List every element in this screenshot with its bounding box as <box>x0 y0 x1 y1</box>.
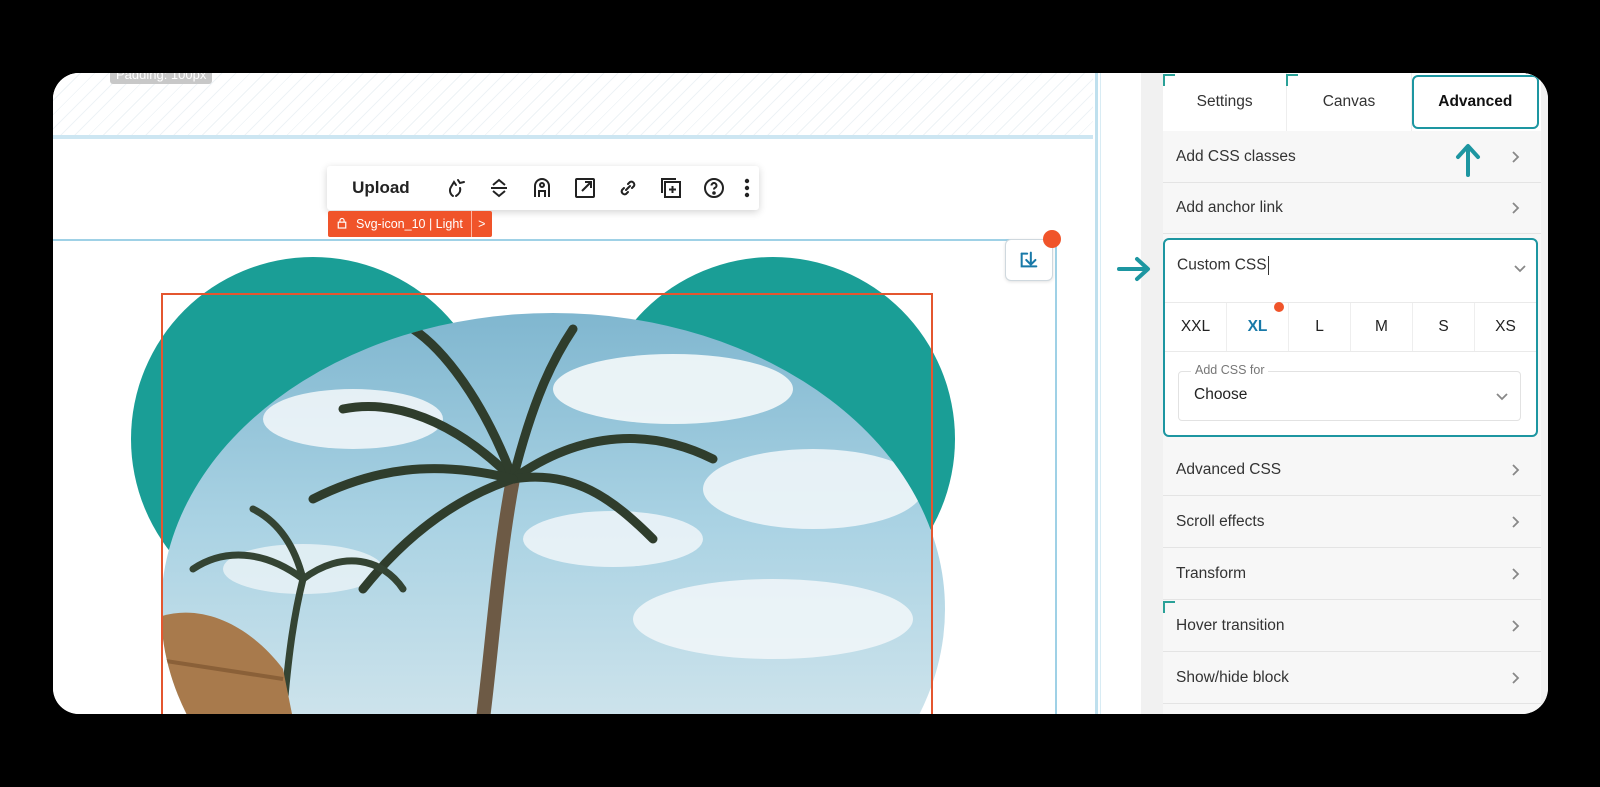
row-add-css-classes[interactable]: Add CSS classes <box>1163 132 1541 183</box>
duplicate-icon[interactable] <box>649 166 692 210</box>
notification-dot <box>1043 230 1061 248</box>
upload-button[interactable]: Upload <box>327 178 435 198</box>
row-transform[interactable]: Transform <box>1163 549 1541 600</box>
chevron-right-icon <box>1512 672 1520 684</box>
add-css-for-select[interactable]: Add CSS for Choose <box>1178 363 1521 421</box>
settings-panel: Settings Canvas Advanced Add CSS classes… <box>1141 73 1548 714</box>
breakpoint-m[interactable]: M <box>1351 303 1413 351</box>
chevron-right-icon <box>1512 151 1520 163</box>
row-label: Scroll effects <box>1176 513 1265 530</box>
chevron-right-icon <box>1512 464 1520 476</box>
row-show-hide-block[interactable]: Show/hide block <box>1163 653 1541 704</box>
row-label: Transform <box>1176 565 1247 582</box>
breakpoint-xs[interactable]: XS <box>1475 303 1536 351</box>
animation-icon[interactable] <box>435 166 478 210</box>
breakpoint-xxl[interactable]: XXL <box>1165 303 1227 351</box>
padding-label: Padding: 100px <box>110 73 213 84</box>
tab-advanced[interactable]: Advanced <box>1411 75 1539 129</box>
move-down-icon <box>1020 251 1038 268</box>
editor-canvas[interactable]: Padding: 100px Upload Svg-icon_10 | Ligh… <box>53 73 1097 714</box>
row-hover-transition[interactable]: Hover transition <box>1163 601 1541 652</box>
breakpoint-selector: XXL XL L M S XS <box>1165 302 1536 352</box>
arrow-up-icon <box>1456 144 1480 177</box>
link-icon[interactable] <box>606 166 649 210</box>
select-value: Choose <box>1194 386 1248 403</box>
tab-settings[interactable]: Settings <box>1163 73 1288 131</box>
block-toolbar: Upload <box>327 166 759 210</box>
row-label: Show/hide block <box>1176 669 1289 686</box>
layers-icon[interactable] <box>478 166 521 210</box>
section-outline <box>53 239 1057 714</box>
expand-icon[interactable] <box>563 166 606 210</box>
block-badge[interactable]: Svg-icon_10 | Light > <box>328 211 492 237</box>
row-label: Hover transition <box>1176 617 1285 634</box>
arrow-right-icon <box>1117 257 1150 281</box>
accessibility-icon[interactable] <box>521 166 564 210</box>
breakpoint-l[interactable]: L <box>1289 303 1351 351</box>
chevron-right-icon <box>1512 516 1520 528</box>
lock-icon <box>328 217 356 232</box>
block-name-label: Svg-icon_10 | Light <box>356 217 463 231</box>
badge-next-button[interactable]: > <box>472 217 492 231</box>
row-scroll-effects[interactable]: Scroll effects <box>1163 497 1541 548</box>
row-advanced-css[interactable]: Advanced CSS <box>1163 445 1541 496</box>
row-label: Add CSS classes <box>1176 148 1296 165</box>
help-icon[interactable] <box>692 166 735 210</box>
custom-css-header[interactable]: Custom CSS <box>1177 256 1269 275</box>
chevron-down-icon <box>1496 393 1508 401</box>
app-window: Padding: 100px Upload Svg-icon_10 | Ligh… <box>53 73 1548 714</box>
breakpoint-xl[interactable]: XL <box>1227 302 1289 351</box>
select-label: Add CSS for <box>1191 363 1269 377</box>
chevron-right-icon <box>1512 568 1520 580</box>
row-label: Advanced CSS <box>1176 461 1282 478</box>
breakpoint-s[interactable]: S <box>1413 303 1475 351</box>
custom-css-section: Custom CSS XXL XL L M S XS Add CSS for C… <box>1163 238 1538 437</box>
more-vertical-icon[interactable] <box>735 166 759 210</box>
modified-dot <box>1274 302 1284 312</box>
panel-tabs: Settings Canvas Advanced <box>1163 73 1541 131</box>
settings-panel-content: Settings Canvas Advanced Add CSS classes… <box>1163 73 1541 714</box>
chevron-down-icon <box>1514 265 1526 273</box>
row-label: Add anchor link <box>1176 199 1283 216</box>
canvas-edge <box>1095 73 1098 714</box>
padding-area: Padding: 100px <box>53 73 1093 139</box>
tab-canvas[interactable]: Canvas <box>1287 73 1412 131</box>
chevron-right-icon <box>1512 202 1520 214</box>
row-add-anchor-link[interactable]: Add anchor link <box>1163 183 1541 234</box>
chevron-right-icon <box>1512 620 1520 632</box>
